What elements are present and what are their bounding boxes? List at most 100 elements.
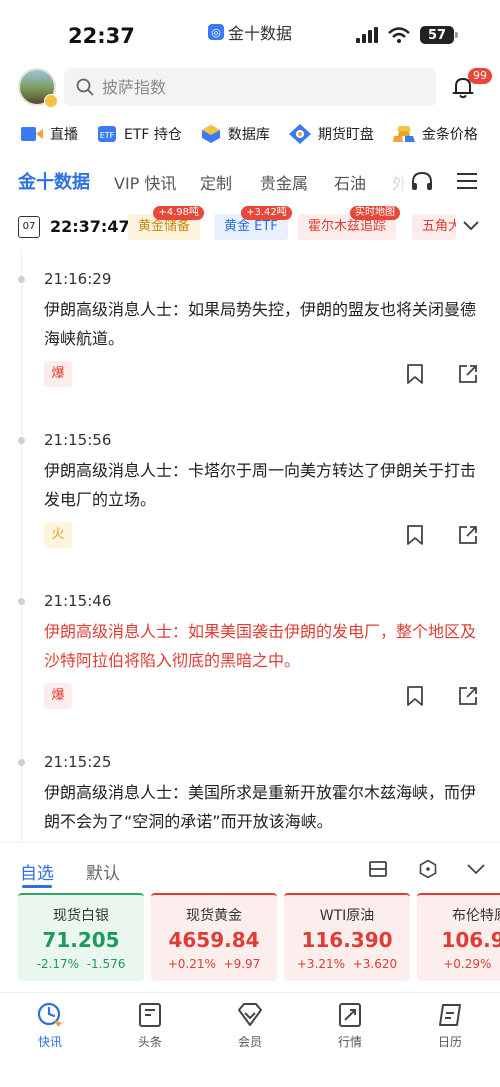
search-row: 99: [0, 64, 500, 112]
nav-headlines[interactable]: 头条: [120, 1001, 180, 1050]
search-input[interactable]: [102, 77, 402, 97]
timeline-dot: [18, 598, 25, 605]
nav-calendar[interactable]: 日历: [420, 1001, 480, 1050]
chip-hormuz-tracker[interactable]: 霍尔木兹追踪 实时地图: [298, 206, 401, 240]
share-icon[interactable]: [457, 685, 479, 707]
chip-gold-reserve[interactable]: 黄金储备 +4.98吨: [128, 206, 205, 240]
news-feed[interactable]: 21:16:29 伊朗高级消息人士：如果局势失控，伊朗的盟友也将关闭曼德海峡航道…: [0, 250, 500, 842]
chip-label: 五角大: [422, 219, 456, 234]
search-box[interactable]: [64, 68, 436, 106]
nav-flash-news[interactable]: 快讯: [20, 1001, 80, 1050]
bookmark-icon[interactable]: [404, 363, 426, 385]
news-time: 21:15:56: [44, 431, 112, 449]
app-logo-icon: ◎: [208, 24, 224, 40]
news-tag: 爆: [44, 361, 72, 387]
timeline-line: [21, 250, 22, 842]
live-video-icon: [21, 127, 43, 141]
watchlist-panel: 自选 默认 现货白银 71.205 -2.17% -1.576 现货黄金 465…: [0, 842, 500, 992]
quote-change-abs: +3.620: [352, 957, 398, 971]
share-icon[interactable]: [457, 524, 479, 546]
quote-change: +3.21% +3.620: [284, 957, 410, 971]
chip-pentagon[interactable]: 五角大: [412, 214, 456, 240]
bookmark-icon[interactable]: [404, 685, 426, 707]
etf-icon: ETF: [98, 126, 116, 142]
chevron-down-icon[interactable]: [462, 220, 480, 232]
quote-card-gold[interactable]: 现货黄金 4659.84 +0.21% +9.97: [151, 893, 277, 981]
nav-membership[interactable]: 会员: [220, 1001, 280, 1050]
quote-card-wti[interactable]: WTI原油 116.390 +3.21% +3.620: [284, 893, 410, 981]
timeline-dot: [18, 759, 25, 766]
quote-name: WTI原油: [319, 908, 375, 924]
quote-price: 4659.84: [168, 928, 260, 952]
news-text[interactable]: 伊朗高级消息人士：卡塔尔于周一向美方转达了伊朗关于打击发电厂的立场。: [44, 456, 484, 514]
futures-icon: [288, 124, 311, 144]
chevron-down-icon[interactable]: [466, 863, 486, 875]
status-time: 22:37: [68, 24, 135, 48]
calendar-icon: [439, 1004, 461, 1026]
chip-label: 霍尔木兹追踪: [308, 219, 387, 234]
database-icon: [201, 125, 220, 143]
tab-precious-metals[interactable]: 贵金属: [260, 170, 308, 194]
shortcut-etf[interactable]: ETF ETF 持仓: [96, 124, 182, 144]
nav-label: 会员: [237, 1035, 262, 1049]
status-app-name: 金十数据: [228, 24, 293, 43]
shortcut-label: 期货盯盘: [317, 127, 374, 143]
news-text[interactable]: 伊朗高级消息人士：美国所求是重新开放霍尔木兹海峡，而伊朗不会为了“空洞的承诺”而…: [44, 778, 484, 836]
tab-custom[interactable]: 定制: [200, 170, 232, 194]
shortcut-database[interactable]: 数据库: [200, 124, 270, 144]
cellular-signal-icon: [356, 27, 378, 43]
chip-gold-etf[interactable]: 黄金 ETF +3.42吨: [214, 206, 292, 240]
shortcut-bar: 直播 ETF ETF 持仓 数据库 期货盯盘 金条价格: [0, 118, 500, 150]
quote-change-abs: -1.576: [86, 957, 126, 971]
quote-change: +0.29% +0: [417, 957, 500, 971]
quote-card-brent[interactable]: 布伦特原 106.92 +0.29% +0: [417, 893, 500, 981]
quote-change-abs: +9.97: [223, 957, 261, 971]
news-tag: 火: [44, 522, 72, 548]
tab-vip-flash[interactable]: VIP 快讯: [114, 170, 176, 194]
headline-icon: [139, 1003, 161, 1027]
gold-bar-icon: [392, 126, 415, 142]
tab-jin10[interactable]: 金十数据: [18, 168, 90, 194]
headphone-icon[interactable]: [410, 170, 434, 192]
quote-card-silver[interactable]: 现货白银 71.205 -2.17% -1.576: [18, 893, 144, 981]
menu-icon[interactable]: [456, 172, 478, 190]
tab-oil[interactable]: 石油: [334, 170, 366, 194]
market-chart-icon: [339, 1003, 361, 1027]
shortcut-label: 数据库: [227, 127, 270, 143]
settings-hexagon-icon[interactable]: [418, 859, 438, 879]
news-time: 21:15:25: [44, 753, 112, 771]
quote-change: -2.17% -1.576: [18, 957, 144, 971]
share-icon[interactable]: [457, 363, 479, 385]
layout-toggle-icon[interactable]: [368, 859, 388, 879]
calendar-icon[interactable]: 07: [18, 216, 40, 238]
quote-price: 71.205: [42, 928, 120, 952]
news-text[interactable]: 伊朗高级消息人士：如果美国袭击伊朗的发电厂，整个地区及沙特阿拉伯将陷入彻底的黑暗…: [44, 617, 484, 675]
quote-cards[interactable]: 现货白银 71.205 -2.17% -1.576 现货黄金 4659.84 +…: [18, 893, 500, 981]
chip-badge: 实时地图: [350, 206, 401, 220]
quote-price: 106.92: [441, 928, 500, 952]
nav-label: 快讯: [37, 1035, 62, 1049]
notification-badge: 99: [468, 68, 492, 84]
shortcut-label: 直播: [50, 127, 78, 143]
shortcut-futures[interactable]: 期货盯盘: [288, 123, 374, 145]
timeline-dot: [18, 276, 25, 283]
tab-default[interactable]: 默认: [86, 859, 120, 884]
status-bar: 22:37 ◎ 金十数据 57: [0, 0, 500, 64]
chip-badge: +4.98吨: [153, 206, 205, 220]
shortcut-live[interactable]: 直播: [20, 124, 78, 144]
quote-change: +0.21% +9.97: [151, 957, 277, 971]
current-time: 22:37:47: [50, 217, 130, 236]
wifi-icon: [388, 27, 410, 43]
news-text[interactable]: 伊朗高级消息人士：如果局势失控，伊朗的盟友也将关闭曼德海峡航道。: [44, 295, 484, 353]
timeline-dot: [18, 437, 25, 444]
nav-market[interactable]: 行情: [320, 1001, 380, 1050]
tab-watchlist[interactable]: 自选: [20, 859, 54, 884]
shortcut-gold-price[interactable]: 金条价格: [392, 124, 478, 144]
bookmark-icon[interactable]: [404, 524, 426, 546]
active-tab-indicator: [22, 885, 52, 888]
quote-change-pct: -2.17%: [36, 957, 80, 971]
flash-news-icon: [37, 1002, 62, 1027]
news-time: 21:15:46: [44, 592, 112, 610]
news-tag: 爆: [44, 683, 72, 709]
quote-change-pct: +0.29%: [443, 957, 492, 971]
